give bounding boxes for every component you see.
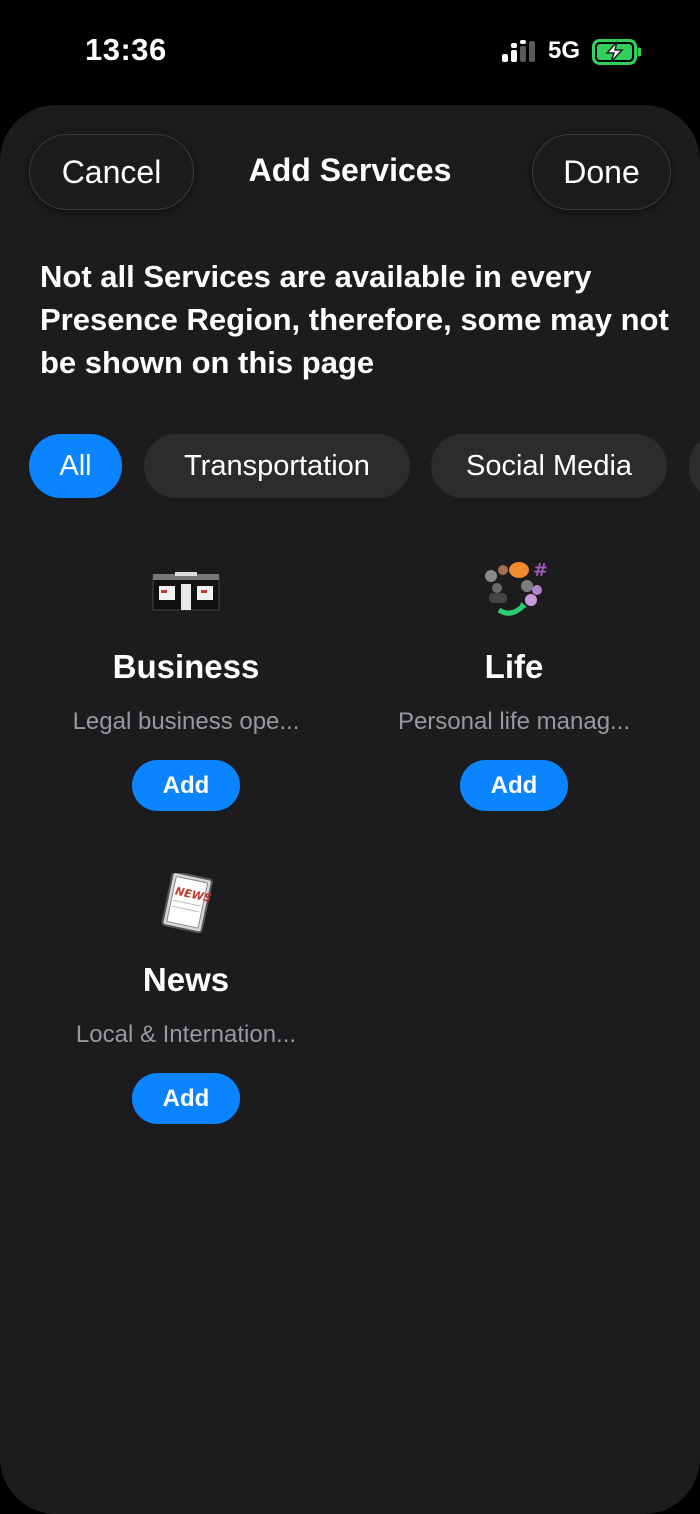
newspaper-icon: NEWS — [161, 873, 213, 933]
storefront-icon — [152, 572, 220, 611]
category-filter-row[interactable]: All Transportation Social Media — [29, 434, 700, 498]
service-name: News — [142, 961, 230, 998]
service-description: Legal business ope... — [72, 708, 300, 735]
filter-chip-social-media[interactable]: Social Media — [431, 434, 667, 498]
network-type-label: 5G — [548, 37, 581, 64]
cellular-signal-icon — [502, 40, 535, 62]
service-description: Personal life manag... — [397, 708, 631, 735]
filter-chip-transportation[interactable]: Transportation — [144, 434, 410, 498]
availability-notice: Not all Services are available in every … — [40, 259, 669, 380]
add-life-button[interactable]: Add — [460, 760, 568, 811]
add-services-sheet: Cancel Add Services Done Not all Service… — [0, 105, 700, 1514]
filter-chip-more[interactable] — [689, 434, 700, 498]
social-people-icon: # — [485, 560, 548, 616]
battery-charging-icon — [592, 39, 641, 65]
status-time: 13:36 — [85, 32, 167, 67]
svg-text:#: # — [533, 560, 548, 581]
done-button[interactable]: Done — [532, 134, 671, 210]
add-business-button[interactable]: Add — [132, 760, 240, 811]
filter-chip-all[interactable]: All — [29, 434, 122, 498]
status-bar: 13:36 5G — [0, 0, 700, 100]
service-name: Life — [484, 648, 544, 685]
service-name: Business — [112, 648, 260, 685]
add-news-button[interactable]: Add — [132, 1073, 240, 1124]
service-description: Local & Internation... — [75, 1021, 297, 1048]
